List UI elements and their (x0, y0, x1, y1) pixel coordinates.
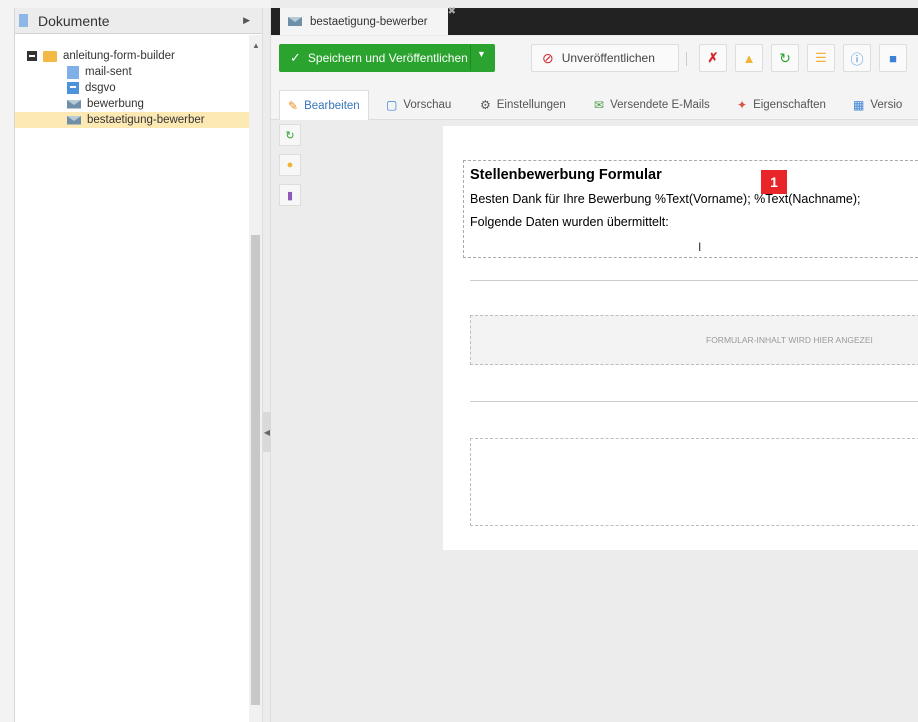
more-button[interactable]: ■ (879, 44, 907, 72)
email-icon (67, 115, 81, 125)
document-tab-label: bestaetigung-bewerber (310, 15, 428, 28)
split-divider (470, 45, 471, 71)
editable-tools: ↻ ● ▮ (279, 124, 303, 214)
user-icon: ■ (889, 50, 897, 66)
text-cursor-icon: I (698, 240, 702, 254)
dropdown-arrow-icon[interactable]: ▼ (477, 49, 486, 59)
tree-item-label: bestaetigung-bewerber (87, 114, 205, 126)
reload-button[interactable]: ↻ (771, 44, 799, 72)
info-icon: ⓘ (850, 51, 864, 67)
tree-item-anleitung-form-builder[interactable]: anleitung-form-builder (27, 48, 247, 64)
panel-splitter[interactable]: ◀ (262, 8, 271, 722)
tab-label: Bearbeiten (304, 99, 360, 112)
wysiwyg-editable[interactable]: Stellenbewerbung Formular Besten Dank fü… (463, 160, 918, 258)
tree-item-dsgvo[interactable]: dsgvo (67, 80, 247, 96)
snippet-icon (67, 82, 79, 94)
tree-item-label: dsgvo (85, 82, 116, 94)
documents-panel: Dokumente ▶ anleitung-form-builder mail-… (14, 8, 262, 722)
clear-data-button[interactable]: ▮ (279, 184, 301, 206)
email-sent-icon: ✉ (594, 98, 605, 112)
tab-versionen[interactable]: ▦ Versio (845, 90, 910, 120)
tab-label: Versendete E-Mails (610, 99, 710, 111)
divider-line (470, 401, 918, 402)
highlight-editables-button[interactable]: ● (279, 154, 301, 176)
document-toolbar: ✓ Speichern und Veröffentlichen ▼ ⊘ Unve… (271, 36, 918, 84)
document-icon (67, 65, 79, 79)
editor-line-data: Folgende Daten wurden übermittelt: (470, 215, 669, 229)
tab-label: Vorschau (403, 99, 452, 111)
gear-icon: ⚙ (480, 98, 491, 112)
tree-item-bestaetigung-bewerber[interactable]: bestaetigung-bewerber (15, 112, 249, 128)
tab-eigenschaften[interactable]: ✦ Eigenschaften (729, 90, 834, 120)
tab-label: Einstellungen (496, 99, 566, 111)
tree-scrollbar[interactable]: ▲ (249, 35, 262, 722)
document-tree: anleitung-form-builder mail-sent dsgvo b… (15, 35, 249, 722)
edit-tabs: ✎ Bearbeiten ▢ Vorschau ⚙ Einstellungen … (271, 84, 918, 120)
tree-item-mail-sent[interactable]: mail-sent (67, 64, 247, 80)
pencil-icon: ✎ (288, 98, 299, 113)
scroll-up-icon[interactable]: ▲ (252, 41, 260, 50)
unpublish-label: Unveröffentlichen (561, 51, 655, 65)
collapse-icon[interactable] (27, 51, 37, 61)
ban-icon: ⊘ (542, 49, 554, 66)
lightbulb-icon: ● (286, 159, 294, 171)
scrollbar-thumb[interactable] (251, 235, 260, 705)
documents-panel-title: Dokumente (38, 12, 110, 29)
trash-icon: ▮ (286, 189, 294, 202)
editor-area: bestaetigung-bewerber ✖ ✓ Speichern und … (271, 0, 918, 722)
check-icon: ✓ (290, 50, 301, 65)
preview-icon: ▢ (386, 98, 398, 112)
refresh-editables-button[interactable]: ↻ (279, 124, 301, 146)
tab-einstellungen[interactable]: ⚙ Einstellungen (472, 90, 574, 120)
badge-icon: ▲ (742, 50, 756, 66)
tree-item-bewerbung[interactable]: bewerbung (67, 96, 247, 112)
document-tab[interactable]: bestaetigung-bewerber ✖ (280, 6, 456, 35)
close-circle-icon: ✗ (707, 50, 719, 65)
tree-item-label: anleitung-form-builder (63, 50, 175, 62)
reload-icon: ↻ (285, 129, 295, 142)
tree-icon: ☰ (815, 50, 827, 65)
tab-label: Eigenschaften (753, 99, 826, 111)
versions-icon: ▦ (853, 98, 865, 112)
editor-line-greeting: Besten Dank für Ihre Bewerbung %Text(Vor… (470, 192, 861, 206)
editor-heading: Stellenbewerbung Formular (470, 167, 662, 183)
document-canvas: Stellenbewerbung Formular Besten Dank fü… (443, 126, 918, 550)
unpublish-button[interactable]: ⊘ Unveröffentlichen (531, 44, 679, 72)
delete-button[interactable]: ✗ (699, 44, 727, 72)
email-icon (67, 99, 81, 109)
divider-line (470, 280, 918, 281)
documents-icon (19, 14, 28, 27)
email-icon (288, 17, 302, 26)
properties-icon: ✦ (737, 98, 748, 112)
toolbar-divider (686, 52, 687, 66)
reload-icon: ↻ (779, 49, 791, 66)
app-window: Dokumente ▶ anleitung-form-builder mail-… (0, 0, 918, 722)
save-publish-button[interactable]: ✓ Speichern und Veröffentlichen ▼ (279, 44, 495, 72)
document-tabstrip: bestaetigung-bewerber ✖ (271, 6, 918, 35)
tree-item-label: bewerbung (87, 98, 144, 110)
tab-bearbeiten[interactable]: ✎ Bearbeiten (279, 90, 369, 120)
tree-item-label: mail-sent (85, 66, 132, 78)
step-badge: 1 (761, 170, 787, 194)
show-in-tree-button[interactable]: ☰ (807, 44, 835, 72)
tab-versendete-emails[interactable]: ✉ Versendete E-Mails (586, 90, 718, 120)
close-tab-icon[interactable]: ✖ (448, 6, 456, 17)
rename-button[interactable]: ▲ (735, 44, 763, 72)
folder-icon (43, 50, 57, 62)
chevron-right-icon[interactable]: ▶ (243, 15, 250, 26)
info-button[interactable]: ⓘ (843, 44, 871, 72)
footer-editable[interactable] (470, 438, 918, 526)
form-content-placeholder: FORMULAR-INHALT WIRD HIER ANGEZEI (470, 315, 918, 365)
save-publish-label: Speichern und Veröffentlichen (307, 51, 468, 65)
tab-vorschau[interactable]: ▢ Vorschau (378, 90, 459, 120)
tab-label: Versio (870, 99, 903, 111)
collapse-panel-button[interactable]: ◀ (263, 412, 271, 452)
documents-panel-header[interactable]: Dokumente ▶ (15, 8, 262, 34)
